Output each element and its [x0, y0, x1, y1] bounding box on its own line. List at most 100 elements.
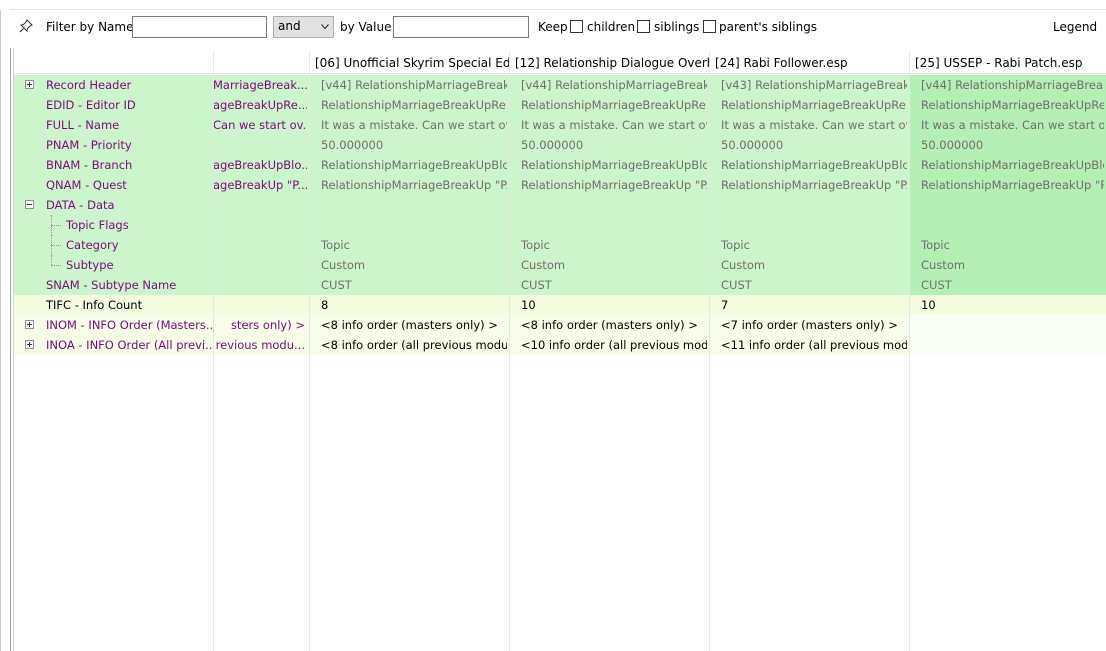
field-value[interactable] [521, 215, 707, 235]
field-value[interactable]: CUST [521, 275, 707, 295]
field-value[interactable]: MarriageBreak... [213, 75, 307, 95]
field-value[interactable] [521, 195, 707, 215]
grid-row[interactable]: BNAM - Branch ageBreakUpBlo... Relationshi… [14, 155, 1106, 175]
field-value[interactable] [921, 315, 1104, 335]
field-value[interactable]: RelationshipMarriageBreakUpBlo... [921, 155, 1104, 175]
field-value[interactable] [721, 215, 907, 235]
field-value[interactable]: RelationshipMarriageBreakUpRe... [321, 95, 507, 115]
field-value[interactable]: Can we start ov... [213, 115, 307, 135]
field-value[interactable] [921, 195, 1104, 215]
record-compare-grid[interactable]: [06] Unofficial Skyrim Special Editi...[… [14, 52, 1106, 651]
field-value[interactable]: It was a mistake. Can we start ov... [921, 115, 1104, 135]
grid-row[interactable]: Category Topic Topic Topic Topic [14, 235, 1106, 255]
field-value[interactable]: sters only) > [213, 315, 307, 335]
grid-row[interactable]: INOM - INFO Order (Masters... sters only)… [14, 315, 1106, 335]
filter-value-input[interactable] [393, 16, 529, 38]
legend-button[interactable]: Legend [1053, 20, 1097, 34]
field-value[interactable]: RelationshipMarriageBreakUpBlo... [721, 155, 907, 175]
field-value[interactable]: <8 info order (all previous modu... [321, 335, 507, 355]
field-value[interactable] [921, 215, 1104, 235]
grid-row[interactable]: TIFC - Info Count 8 10 7 10 [14, 295, 1106, 315]
field-value[interactable]: RelationshipMarriageBreakUp "P... [521, 175, 707, 195]
field-value[interactable]: 50.000000 [521, 135, 707, 155]
field-value[interactable]: [v44] RelationshipMarriageBreak... [921, 75, 1104, 95]
field-value[interactable] [921, 335, 1104, 355]
field-value[interactable]: [v44] RelationshipMarriageBreak... [521, 75, 707, 95]
field-value[interactable]: Custom [521, 255, 707, 275]
grid-row[interactable]: Topic Flags [14, 215, 1106, 235]
field-value[interactable]: Topic [721, 235, 907, 255]
expand-plus-icon[interactable] [25, 320, 34, 329]
field-value[interactable]: Topic [521, 235, 707, 255]
field-value[interactable]: It was a mistake. Can we start ov... [321, 115, 507, 135]
field-value[interactable] [213, 215, 307, 235]
grid-row[interactable]: FULL - Name Can we start ov... It was a mi… [14, 115, 1106, 135]
field-value[interactable]: Topic [921, 235, 1104, 255]
keep-siblings-label[interactable]: siblings [654, 20, 699, 34]
field-value[interactable]: RelationshipMarriageBreakUpBlo... [521, 155, 707, 175]
field-value[interactable]: RelationshipMarriageBreakUpBlo... [321, 155, 507, 175]
keep-parents-siblings-checkbox[interactable] [703, 20, 716, 33]
keep-children-checkbox[interactable] [570, 20, 583, 33]
field-value[interactable] [213, 235, 307, 255]
field-value[interactable]: 50.000000 [321, 135, 507, 155]
field-value[interactable] [213, 195, 307, 215]
field-value[interactable]: 7 [721, 295, 907, 315]
expand-plus-icon[interactable] [25, 340, 34, 349]
keep-siblings-checkbox[interactable] [637, 20, 650, 33]
field-value[interactable]: It was a mistake. Can we start ov... [521, 115, 707, 135]
filter-name-input[interactable] [132, 16, 267, 38]
field-value[interactable] [213, 135, 307, 155]
field-value[interactable]: 10 [521, 295, 707, 315]
keep-parents-siblings-label[interactable]: parent's siblings [719, 20, 817, 34]
field-value[interactable]: Topic [321, 235, 507, 255]
field-value[interactable]: <10 info order (all previous mod... [521, 335, 707, 355]
grid-row[interactable]: PNAM - Priority 50.000000 50.000000 50.0000… [14, 135, 1106, 155]
field-value[interactable]: RelationshipMarriageBreakUpRe... [721, 95, 907, 115]
field-value[interactable]: CUST [321, 275, 507, 295]
field-value[interactable] [213, 295, 307, 315]
grid-row[interactable]: EDID - Editor ID ageBreakUpRe... Relations… [14, 95, 1106, 115]
column-header-4[interactable]: [25] USSEP - Rabi Patch.esp [909, 52, 1106, 74]
field-value[interactable]: 8 [321, 295, 507, 315]
collapse-minus-icon[interactable] [25, 200, 34, 209]
grid-row[interactable]: Record Header MarriageBreak... [v44] Relat… [14, 75, 1106, 95]
keep-children-label[interactable]: children [587, 20, 635, 34]
field-value[interactable]: [v43] RelationshipMarriageBreak... [721, 75, 907, 95]
field-value[interactable]: CUST [921, 275, 1104, 295]
field-value[interactable]: ageBreakUpRe... [213, 95, 307, 115]
field-value[interactable]: 10 [921, 295, 1104, 315]
column-header-1[interactable]: [06] Unofficial Skyrim Special Editi... [309, 52, 509, 74]
field-value[interactable]: <8 info order (masters only) > [321, 315, 507, 335]
field-value[interactable]: RelationshipMarriageBreakUp "P... [921, 175, 1104, 195]
field-value[interactable] [213, 275, 307, 295]
field-value[interactable]: [v44] RelationshipMarriageBreak... [321, 75, 507, 95]
grid-row[interactable]: INOA - INFO Order (All previ... revious m… [14, 335, 1106, 355]
field-value[interactable] [321, 195, 507, 215]
field-value[interactable]: Custom [321, 255, 507, 275]
pin-icon[interactable] [19, 19, 33, 33]
column-header-3[interactable]: [24] Rabi Follower.esp [709, 52, 909, 74]
field-value[interactable]: revious modu... [213, 335, 307, 355]
field-value[interactable]: <7 info order (masters only) > [721, 315, 907, 335]
grid-row[interactable]: SNAM - Subtype Name CUST CUST CUST CUST [14, 275, 1106, 295]
field-value[interactable] [721, 195, 907, 215]
field-value[interactable]: RelationshipMarriageBreakUp "P... [321, 175, 507, 195]
column-header-0[interactable] [213, 52, 309, 74]
field-value[interactable]: CUST [721, 275, 907, 295]
field-value[interactable]: Custom [921, 255, 1104, 275]
field-value[interactable]: Custom [721, 255, 907, 275]
field-value[interactable]: <8 info order (masters only) > [521, 315, 707, 335]
field-value[interactable]: RelationshipMarriageBreakUpRe... [521, 95, 707, 115]
field-value[interactable]: RelationshipMarriageBreakUpRe... [921, 95, 1104, 115]
field-value[interactable]: <11 info order (all previous mod... [721, 335, 907, 355]
grid-row[interactable]: QNAM - Quest ageBreakUp "P... Relationship… [14, 175, 1106, 195]
filter-operator-select[interactable]: and [273, 16, 334, 38]
field-value[interactable] [321, 215, 507, 235]
grid-row[interactable]: DATA - Data [14, 195, 1106, 215]
field-value[interactable]: 50.000000 [921, 135, 1104, 155]
field-value[interactable]: RelationshipMarriageBreakUp "P... [721, 175, 907, 195]
field-value[interactable]: It was a mistake. Can we start ov... [721, 115, 907, 135]
field-value[interactable]: ageBreakUp "P... [213, 175, 307, 195]
grid-row[interactable]: Subtype Custom Custom Custom Custom [14, 255, 1106, 275]
